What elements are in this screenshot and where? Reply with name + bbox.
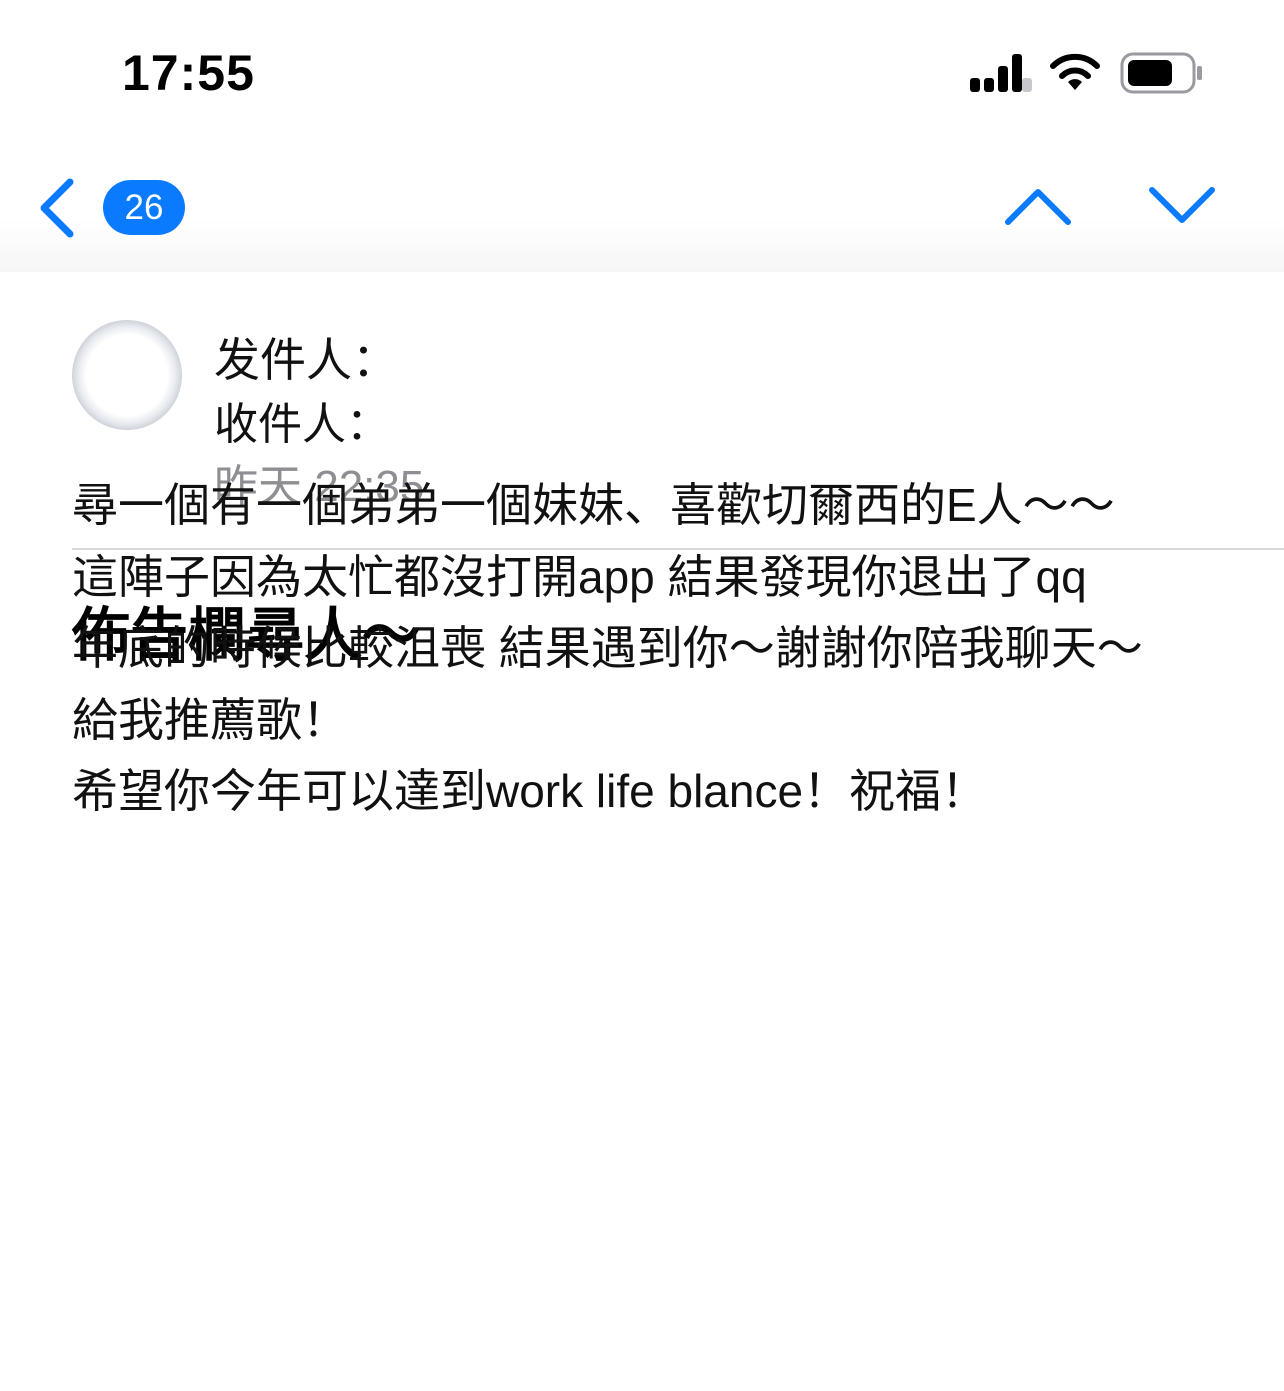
chevron-left-icon[interactable] [36, 176, 80, 240]
message-nav-bar: 26 [0, 140, 1284, 272]
body-line: 年底的時候比較沮喪 結果遇到你～謝謝你陪我聊天～ [72, 622, 1143, 674]
message-body: 尋一個有一個弟弟一個妹妹、喜歡切爾西的E人～～ 這陣子因為太忙都沒打開app 結… [72, 470, 1262, 828]
body-line: 這陣子因為太忙都沒打開app 結果發現你退出了qq [72, 550, 1087, 603]
cellular-signal-icon [970, 54, 1032, 92]
status-bar: 17:55 [0, 0, 1284, 140]
body-line: 希望你今年可以達到work life blance！祝福！ [72, 765, 988, 817]
chevron-down-icon[interactable] [1146, 184, 1218, 228]
sender-avatar[interactable] [72, 320, 182, 430]
body-line: 給我推薦歌！ [72, 693, 348, 746]
body-line: 尋一個有一個弟弟一個妹妹、喜歡切爾西的E人～～ [72, 479, 1115, 531]
from-label[interactable]: 发件人： [214, 324, 398, 390]
status-time: 17:55 [122, 45, 255, 101]
to-label[interactable]: 收件人： [214, 388, 390, 452]
chevron-up-icon[interactable] [1002, 184, 1074, 228]
wifi-icon [1050, 53, 1100, 90]
unread-count-badge[interactable]: 26 [103, 180, 185, 235]
battery-icon [1120, 52, 1202, 94]
